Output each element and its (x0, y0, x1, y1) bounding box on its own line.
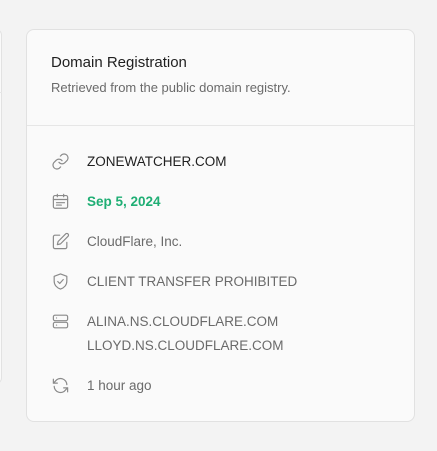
adjacent-card-divider (0, 92, 2, 93)
shield-check-icon (51, 272, 70, 291)
nameservers-row: ALINA.NS.CLOUDFLARE.COM LLOYD.NS.CLOUDFL… (51, 310, 284, 358)
card-title: Domain Registration (51, 54, 187, 71)
nameserver-item: LLOYD.NS.CLOUDFLARE.COM (87, 338, 284, 353)
domain-name: ZONEWATCHER.COM (87, 154, 227, 169)
domain-status: CLIENT TRANSFER PROHIBITED (87, 274, 298, 289)
expiry-date: Sep 5, 2024 (87, 194, 161, 209)
last-updated: 1 hour ago (87, 378, 152, 393)
domain-row: ZONEWATCHER.COM (51, 152, 227, 171)
calendar-icon (51, 192, 70, 211)
domain-registration-card: Domain Registration Retrieved from the p… (26, 29, 415, 422)
nameserver-item: ALINA.NS.CLOUDFLARE.COM (87, 314, 279, 329)
refresh-icon (51, 376, 70, 395)
status-row: CLIENT TRANSFER PROHIBITED (51, 272, 297, 291)
expiry-row: Sep 5, 2024 (51, 192, 161, 211)
card-subtitle: Retrieved from the public domain registr… (51, 80, 291, 95)
card-header: Domain Registration Retrieved from the p… (27, 30, 414, 126)
adjacent-card-edge (0, 29, 2, 384)
registrar-row: CloudFlare, Inc. (51, 232, 182, 251)
updated-row: 1 hour ago (51, 376, 152, 395)
edit-icon (51, 232, 70, 251)
server-icon (51, 312, 70, 331)
nameserver-list: ALINA.NS.CLOUDFLARE.COM LLOYD.NS.CLOUDFL… (87, 310, 284, 358)
link-icon (51, 152, 70, 171)
registrar-name: CloudFlare, Inc. (87, 234, 183, 249)
